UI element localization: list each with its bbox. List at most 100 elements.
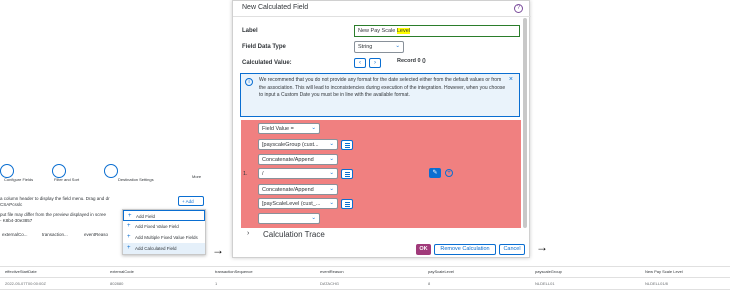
chevron-down-icon: ⌄ <box>329 200 334 206</box>
list-icon[interactable] <box>341 199 353 209</box>
plus-icon: + <box>127 245 131 251</box>
help-icon[interactable]: ? <box>514 4 523 13</box>
arrow-right-icon: → <box>212 243 224 257</box>
menu-item-label: Add Field <box>136 214 156 219</box>
field-data-type-label: Field Data Type <box>242 44 286 50</box>
table-cell: NLDELL01 <box>535 281 555 286</box>
prev-record-button[interactable]: ‹ <box>354 58 366 68</box>
edit-icon[interactable]: ✎ <box>429 168 441 178</box>
plus-icon: + <box>127 234 131 240</box>
table-cell: 802880 <box>110 281 124 286</box>
chevron-down-icon: ⌄ <box>311 125 316 131</box>
close-icon[interactable]: × <box>509 76 513 83</box>
filter-sort-label[interactable]: Filter and Sort <box>54 177 79 182</box>
chevron-down-icon: ⌄ <box>311 215 316 221</box>
record-indicator: Record 0 () <box>397 58 426 64</box>
chevron-right-icon: › <box>247 230 250 237</box>
remove-calculation-button[interactable]: Remove Calculation <box>434 244 496 255</box>
info-message: i We recommend that you do not provide a… <box>240 73 520 117</box>
table-cell: 2022-05-07T00:00:00Z <box>5 281 46 286</box>
destination-settings-label[interactable]: Destination Settings <box>118 177 154 182</box>
plus-icon: + <box>128 213 132 219</box>
add-button[interactable]: + Add <box>178 196 204 206</box>
info-icon: i <box>245 78 253 86</box>
menu-item-add-field[interactable]: + Add Field <box>123 210 205 221</box>
configure-panel: Configure Fields Filter and Sort Destina… <box>0 160 210 260</box>
chevron-down-icon: ⌄ <box>329 170 334 176</box>
field-select[interactable]: [payScaleLevel (cust_... ⌄ <box>258 198 338 209</box>
field-select[interactable]: [payscaleGroup (cust... ⌄ <box>258 139 338 150</box>
column-header[interactable]: externalCode <box>110 269 134 274</box>
destination-icon[interactable] <box>104 164 118 178</box>
chevron-down-icon: ⌄ <box>329 141 334 147</box>
row-number: 1. <box>243 171 248 177</box>
operation-select[interactable]: Concatenate/Append ⌄ <box>258 154 338 165</box>
column-header[interactable]: transaction... <box>42 232 68 237</box>
select-value: Field Value = <box>262 126 294 132</box>
menu-item-label: Add Fixed Value Field <box>135 224 179 229</box>
configure-fields-icon[interactable] <box>0 164 14 178</box>
operation-select[interactable]: Field Value = ⌄ <box>258 123 320 134</box>
add-row-icon[interactable]: + <box>445 169 453 177</box>
column-header[interactable]: externalCo... <box>2 232 28 237</box>
cancel-button[interactable]: Cancel <box>499 244 525 255</box>
operation-select[interactable]: Concatenate/Append ⌄ <box>258 184 338 195</box>
add-menu: + Add Field + Add Fixed Value Field + Add M… <box>122 209 206 255</box>
menu-item-label: Add Multiple Fixed Value Fields <box>135 235 198 240</box>
select-value: Concatenate/Append <box>262 187 314 193</box>
list-icon[interactable] <box>341 169 353 179</box>
label-input-text: New Pay Scale <box>358 28 397 34</box>
label-field-label: Label <box>242 28 258 34</box>
preview-table: effectiveStartDate externalCode transact… <box>0 266 730 290</box>
add-button-label: Add <box>185 199 194 204</box>
calculation-area: 1. Field Value = ⌄ [payscaleGroup (cust..… <box>241 120 521 228</box>
warning-line-2: - K8b4-30e3857 <box>0 218 33 223</box>
filter-icon[interactable] <box>52 164 66 178</box>
column-header[interactable]: eventReason <box>320 269 344 274</box>
data-type-value: String <box>358 44 373 50</box>
dialog-footer: OK Remove Calculation Cancel <box>233 241 531 259</box>
info-text: We recommend that you do not provide any… <box>259 77 506 98</box>
column-header-row: externalCo... transaction... eventReaso <box>0 230 122 240</box>
table-cell: NLDELL01/8 <box>645 281 668 286</box>
arrow-right-icon: → <box>536 240 548 254</box>
table-cell: 1 <box>215 281 218 286</box>
configure-fields-label[interactable]: Configure Fields <box>4 177 33 182</box>
plus-icon: + <box>127 223 131 229</box>
dialog-scrollbar[interactable] <box>523 18 527 228</box>
menu-item-label: Add Calculated Field <box>135 246 177 251</box>
menu-item-add-multiple-fixed[interactable]: + Add Multiple Fixed Value Fields <box>123 232 205 243</box>
table-cell: DATACHG <box>320 281 339 286</box>
operation-select[interactable]: ⌄ <box>258 213 320 224</box>
dialog-title: New Calculated Field <box>242 4 309 11</box>
menu-item-add-calculated[interactable]: + Add Calculated Field <box>123 243 205 254</box>
chevron-down-icon: ⌄ <box>329 156 334 162</box>
column-header[interactable]: transactionSequence <box>215 269 253 274</box>
hint-line-1: a column header to display the field men… <box>0 196 110 201</box>
list-icon[interactable] <box>341 140 353 150</box>
data-type-select[interactable]: String ⌄ <box>354 41 404 53</box>
label-input[interactable]: New Pay Scale Level <box>354 25 520 37</box>
dialog-header: New Calculated Field ? <box>233 1 531 17</box>
panel-toolbar: Configure Fields Filter and Sort Destina… <box>0 160 210 190</box>
more-button[interactable]: More <box>192 174 201 179</box>
hint-line-2: CSAPcsslc <box>0 202 23 207</box>
column-header[interactable]: effectiveStartDate <box>5 269 37 274</box>
next-record-button[interactable]: › <box>369 58 381 68</box>
column-header[interactable]: eventReaso <box>84 232 108 237</box>
ok-button[interactable]: OK <box>416 244 431 255</box>
calculation-trace-toggle[interactable]: › Calculation Trace <box>241 229 521 241</box>
column-header[interactable]: New Pay Scale Level <box>645 269 683 274</box>
select-value: [payscaleGroup (cust... <box>262 142 319 148</box>
table-cell: 8 <box>428 281 431 286</box>
warning-line-1: put file may differ from the preview dis… <box>0 212 106 217</box>
column-header[interactable]: payScaleLevel <box>428 269 454 274</box>
select-value: Concatenate/Append <box>262 157 314 163</box>
chevron-down-icon: ⌄ <box>329 186 334 192</box>
column-header[interactable]: payscaleGroup <box>535 269 562 274</box>
chevron-down-icon: ⌄ <box>395 43 400 49</box>
calculated-value-label: Calculated Value: <box>242 60 292 66</box>
select-value: / <box>262 171 264 177</box>
value-input[interactable]: / ⌄ <box>258 168 338 179</box>
menu-item-add-fixed-value[interactable]: + Add Fixed Value Field <box>123 221 205 232</box>
